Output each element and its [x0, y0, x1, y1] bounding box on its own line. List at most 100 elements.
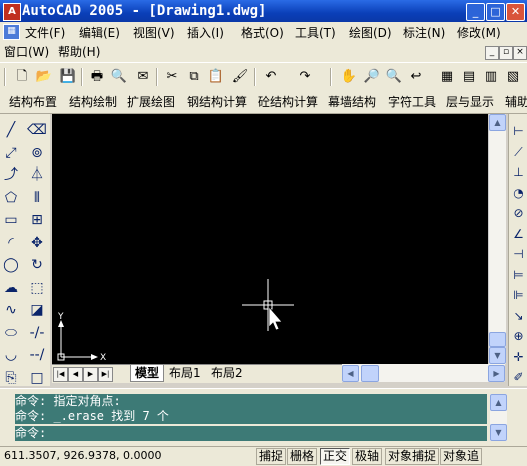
- status-toggle-button[interactable]: 对象追: [440, 448, 483, 465]
- menu-item[interactable]: 绘图(D): [349, 25, 392, 41]
- structure-menu-item[interactable]: 辅助: [505, 94, 527, 110]
- structure-menu-item[interactable]: 扩展绘图: [127, 94, 175, 110]
- tab-next-icon[interactable]: ▶: [83, 367, 98, 382]
- stretch-icon[interactable]: ◪: [27, 300, 47, 320]
- menu-item[interactable]: 格式(O): [241, 25, 284, 41]
- mirror-icon[interactable]: ⏃: [27, 165, 47, 185]
- tab-layout2[interactable]: 布局2: [207, 365, 247, 381]
- autocad-app-icon[interactable]: A: [3, 3, 21, 21]
- angular-dim-icon[interactable]: ∠: [510, 225, 527, 243]
- menu-item[interactable]: 标注(N): [403, 25, 445, 41]
- title-bar[interactable]: A AutoCAD 2005 - [Drawing1.dwg] _ □ ✕: [0, 0, 527, 22]
- structure-menu-item[interactable]: 字符工具: [388, 94, 436, 110]
- coordinate-readout[interactable]: 611.3507, 926.9378, 0.0000: [4, 448, 161, 464]
- doc-close-icon[interactable]: ×: [513, 46, 527, 60]
- sheet-set-icon[interactable]: ▧: [504, 68, 522, 86]
- radius-dim-icon[interactable]: ◔: [510, 184, 527, 202]
- baseline-dim-icon[interactable]: ⊨: [510, 266, 527, 284]
- construction-line-icon[interactable]: ⤢: [1, 143, 21, 163]
- cmd-scroll-down-icon[interactable]: ▼: [490, 424, 507, 441]
- leader-icon[interactable]: ↘: [510, 307, 527, 325]
- menu-item[interactable]: 文件(F): [25, 25, 65, 41]
- menu-item[interactable]: 插入(I): [187, 25, 224, 41]
- vertical-scrollbar[interactable]: ▲ ▼: [488, 114, 506, 364]
- copy-icon[interactable]: ⧉: [185, 68, 203, 86]
- scroll-down-icon[interactable]: ▼: [489, 347, 506, 364]
- revision-cloud-icon[interactable]: ☁: [1, 278, 21, 298]
- match-properties-icon[interactable]: 🖌: [231, 68, 249, 86]
- menu-item[interactable]: 视图(V): [133, 25, 175, 41]
- command-input[interactable]: 命令:: [15, 426, 487, 441]
- arc-icon[interactable]: ◜: [1, 233, 21, 253]
- linear-dim-icon[interactable]: ⊢: [510, 122, 527, 140]
- design-center-icon[interactable]: ▤: [460, 68, 478, 86]
- move-icon[interactable]: ✥: [27, 233, 47, 253]
- menu-item[interactable]: 编辑(E): [79, 25, 120, 41]
- drawing-canvas[interactable]: Y X: [52, 114, 488, 364]
- menu-item[interactable]: 修改(M): [457, 25, 501, 41]
- structure-menu-item[interactable]: 砼结构计算: [258, 94, 318, 110]
- zoom-realtime-icon[interactable]: 🔎: [363, 68, 381, 86]
- tab-layout1[interactable]: 布局1: [165, 365, 205, 381]
- array-icon[interactable]: ⊞: [27, 210, 47, 230]
- menu-item[interactable]: 帮助(H): [58, 44, 100, 60]
- copy-object-icon[interactable]: ⊚: [27, 143, 47, 163]
- publish-icon[interactable]: ✉: [134, 68, 152, 86]
- undo-icon[interactable]: ↶: [262, 68, 280, 86]
- tab-model[interactable]: 模型: [130, 365, 165, 382]
- center-mark-icon[interactable]: ✛: [510, 348, 527, 366]
- scroll-right-icon[interactable]: ▶: [488, 365, 505, 382]
- menu-item[interactable]: 工具(T): [295, 25, 336, 41]
- polygon-icon[interactable]: ⬠: [1, 188, 21, 208]
- status-toggle-button[interactable]: 正交: [320, 448, 351, 465]
- tool-palettes-icon[interactable]: ▥: [482, 68, 500, 86]
- line-icon[interactable]: ╱: [1, 120, 21, 140]
- doc-restore-icon[interactable]: ▫: [499, 46, 513, 60]
- structure-menu-item[interactable]: 钢结构计算: [187, 94, 247, 110]
- quick-dim-icon[interactable]: ⊣: [510, 245, 527, 263]
- save-icon[interactable]: 💾: [59, 68, 77, 86]
- offset-icon[interactable]: ⫴: [27, 188, 47, 208]
- erase-icon[interactable]: ⌫: [27, 120, 47, 140]
- status-toggle-button[interactable]: 栅格: [287, 448, 318, 465]
- doc-minimize-icon[interactable]: _: [485, 46, 499, 60]
- document-icon[interactable]: ▦: [3, 24, 20, 40]
- menu-item[interactable]: 窗口(W): [4, 44, 49, 60]
- open-icon[interactable]: 📂: [35, 68, 53, 86]
- pan-icon[interactable]: ✋: [340, 68, 358, 86]
- tab-last-icon[interactable]: ▶|: [98, 367, 113, 382]
- polyline-icon[interactable]: ⤴: [1, 165, 21, 185]
- structure-menu-item[interactable]: 幕墙结构: [328, 94, 376, 110]
- break-icon[interactable]: □: [27, 368, 47, 388]
- structure-menu-item[interactable]: 结构绘制: [69, 94, 117, 110]
- trim-icon[interactable]: -/-: [27, 323, 47, 343]
- scroll-left-icon[interactable]: ◀: [342, 365, 359, 382]
- tab-first-icon[interactable]: |◀: [53, 367, 68, 382]
- ordinate-dim-icon[interactable]: ⊥: [510, 163, 527, 181]
- aligned-dim-icon[interactable]: ⟋: [510, 143, 527, 161]
- status-toggle-button[interactable]: 捕捉: [256, 448, 287, 465]
- insert-block-icon[interactable]: ⎘: [1, 368, 21, 388]
- paste-icon[interactable]: 📋: [207, 68, 225, 86]
- tab-prev-icon[interactable]: ◀: [68, 367, 83, 382]
- zoom-previous-icon[interactable]: ↩: [407, 68, 425, 86]
- minimize-button[interactable]: _: [466, 3, 485, 21]
- print-icon[interactable]: 🖶: [88, 68, 106, 86]
- maximize-button[interactable]: □: [486, 3, 505, 21]
- redo-icon[interactable]: ↷: [296, 68, 314, 86]
- rotate-icon[interactable]: ↻: [27, 255, 47, 275]
- structure-menu-item[interactable]: 层与显示: [446, 94, 494, 110]
- tolerance-icon[interactable]: ⊕: [510, 327, 527, 345]
- extend-icon[interactable]: --/: [27, 345, 47, 365]
- dim-edit-icon[interactable]: ✐: [510, 368, 527, 386]
- status-toggle-button[interactable]: 极轴: [352, 448, 383, 465]
- properties-icon[interactable]: ▦: [438, 68, 456, 86]
- zoom-window-icon[interactable]: 🔍: [385, 68, 403, 86]
- hscroll-thumb[interactable]: [361, 365, 379, 382]
- print-preview-icon[interactable]: 🔍: [110, 68, 128, 86]
- command-scrollbar[interactable]: ▲ ▼: [490, 394, 507, 441]
- diameter-dim-icon[interactable]: ⊘: [510, 204, 527, 222]
- scroll-thumb[interactable]: [489, 332, 506, 347]
- ellipse-icon[interactable]: ⬭: [1, 323, 21, 343]
- ellipse-arc-icon[interactable]: ◡: [1, 345, 21, 365]
